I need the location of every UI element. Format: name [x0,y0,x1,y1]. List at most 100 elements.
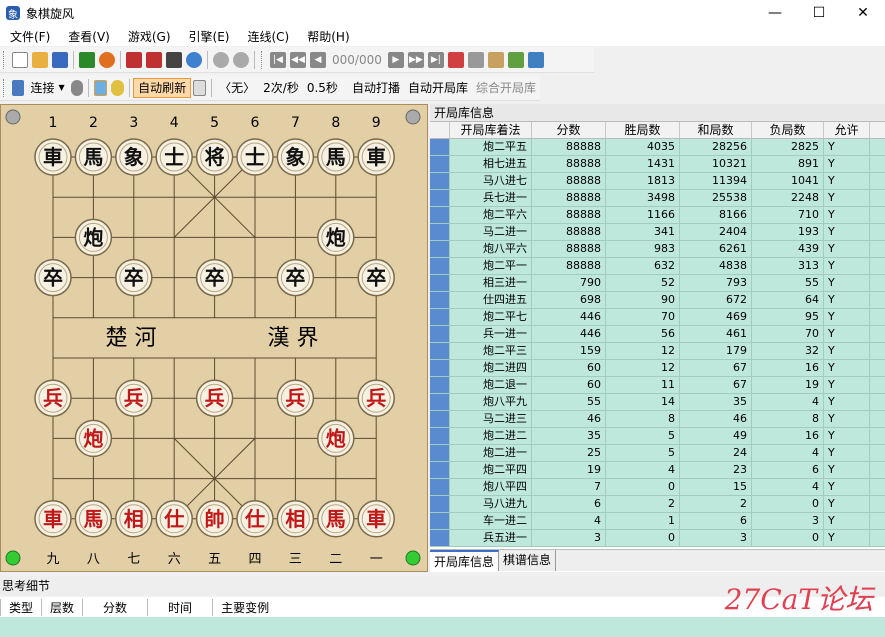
flag-icon[interactable] [79,51,95,68]
column-type[interactable]: 类型 [0,598,41,616]
table-row[interactable]: 炮二平三 159 12 179 32 Y [430,343,885,360]
minimize-button[interactable]: — [753,0,797,26]
chess-piece[interactable]: 兵 [195,379,234,417]
chess-piece[interactable]: 兵 [276,379,315,417]
menu-view[interactable]: 查看(V) [58,28,118,45]
table-row[interactable]: 炮二平七 446 70 469 95 Y [430,309,885,326]
table-row[interactable]: 兵五进一 3 0 3 0 Y [430,530,885,547]
table-row[interactable]: 炮二退一 60 11 67 19 Y [430,377,885,394]
chess-piece[interactable]: 炮 [317,419,355,458]
menu-file[interactable]: 文件(F) [0,28,58,45]
table-row[interactable]: 炮八平九 55 14 35 4 Y [430,394,885,411]
menu-connect[interactable]: 连线(C) [237,28,297,45]
table-row[interactable]: 炮二平六 88888 1166 8166 710 Y [430,207,885,224]
next-move-icon[interactable]: ▶ [387,51,404,68]
maximize-button[interactable]: ☐ [797,0,841,26]
chess-piece[interactable]: 将 [195,138,234,176]
chess-piece[interactable]: 車 [357,138,395,176]
table-row[interactable]: 兵七进一 88888 3498 25538 2248 Y [430,190,885,207]
new-file-icon[interactable] [12,51,28,68]
auto-opening-button[interactable]: 自动开局库 [404,79,472,96]
table-row[interactable]: 炮二进一 25 5 24 4 Y [430,445,885,462]
chess-piece[interactable]: 仕 [155,500,193,538]
chess-piece[interactable]: 兵 [115,379,153,417]
close-button[interactable]: ✕ [841,0,885,26]
import-icon[interactable] [507,51,524,68]
table-row[interactable]: 炮二平四 19 4 23 6 Y [430,462,885,479]
next-page-icon[interactable]: ▶▶ [407,51,424,68]
table-row[interactable]: 车一进二 4 1 6 3 Y [430,513,885,530]
table-row[interactable]: 炮二进二 35 5 49 16 Y [430,428,885,445]
column-score-detail[interactable]: 分数 [82,598,147,616]
column-time[interactable]: 时间 [147,598,212,616]
red-monitor-icon-2[interactable] [146,51,162,68]
first-move-icon[interactable]: |◀ [270,51,286,68]
combined-opening-button[interactable]: 综合开局库 [472,79,540,96]
chess-piece[interactable]: 炮 [74,218,113,257]
chess-piece[interactable]: 車 [34,138,72,176]
chess-piece[interactable]: 炮 [74,419,113,458]
table-row[interactable]: 相三进一 790 52 793 55 Y [430,275,885,292]
chess-board[interactable]: 1 2 3 4 5 6 7 8 9九八七六五四三二一 楚 河 漢 界 車馬象士将士象馬車炮 炮卒卒… [1,105,427,571]
table-row[interactable]: 炮八平六 88888 983 6261 439 Y [430,241,885,258]
chess-piece[interactable]: 卒 [357,258,395,297]
column-draws[interactable]: 和局数 [680,122,752,138]
column-main-line[interactable]: 主要变例 [212,598,277,616]
toolbar-grip[interactable] [3,50,6,69]
brush-icon[interactable] [447,51,464,68]
chess-piece[interactable]: 士 [155,138,193,176]
alarm-clock-icon[interactable] [99,51,115,68]
person-icon[interactable] [70,79,84,96]
black-monitor-icon[interactable] [166,51,182,68]
chess-piece[interactable]: 馬 [74,138,113,176]
open-folder-icon[interactable] [32,51,48,68]
menu-engine[interactable]: 引擎(E) [179,28,238,45]
save-icon[interactable] [52,51,68,68]
chess-piece[interactable]: 卒 [195,258,234,297]
export-icon[interactable] [527,51,544,68]
tab-opening-info[interactable]: 开局库信息 [430,550,500,571]
table-row[interactable]: 马八进七 88888 1813 11394 1041 Y [430,173,885,190]
chess-piece[interactable]: 相 [115,500,153,538]
chess-piece[interactable]: 仕 [236,500,274,538]
chess-piece[interactable]: 象 [115,138,153,176]
chess-piece[interactable]: 兵 [357,379,395,417]
magnifier-icon[interactable] [111,79,125,96]
table-row[interactable]: 马二进一 88888 341 2404 193 Y [430,224,885,241]
prev-page-icon[interactable]: ◀◀ [290,51,306,68]
chess-piece[interactable]: 相 [276,500,315,538]
prev-move-icon[interactable]: ◀ [310,51,326,68]
table-row[interactable]: 炮二平五 88888 4035 28256 2825 Y [430,139,885,156]
stop-icon[interactable] [213,51,229,68]
refresh-icon[interactable] [193,79,207,96]
chess-piece[interactable]: 卒 [34,258,72,297]
auto-refresh-button[interactable]: 自动刷新 [133,77,192,98]
copy-icon[interactable] [467,51,484,68]
paste-icon[interactable] [487,51,504,68]
column-losses[interactable]: 负局数 [752,122,824,138]
table-row[interactable]: 炮八平四 7 0 15 4 Y [430,479,885,496]
undo-icon[interactable] [233,51,249,68]
table-row[interactable]: 炮二进四 60 12 67 16 Y [430,360,885,377]
toolbar-grip[interactable] [3,78,6,97]
table-row[interactable]: 兵一进一 446 56 461 70 Y [430,326,885,343]
red-monitor-icon[interactable] [126,51,142,68]
chess-piece[interactable]: 馬 [317,500,355,538]
chess-piece[interactable]: 炮 [317,218,355,257]
chess-piece[interactable]: 車 [34,500,72,538]
chevron-down-icon[interactable]: ▼ [58,83,64,92]
chess-piece[interactable]: 車 [357,500,395,538]
column-depth[interactable]: 层数 [41,598,82,616]
table-row[interactable]: 马二进三 46 8 46 8 Y [430,411,885,428]
last-move-icon[interactable]: ▶| [427,51,444,68]
column-wins[interactable]: 胜局数 [606,122,680,138]
table-row[interactable]: 仕四进五 698 90 672 64 Y [430,292,885,309]
chess-piece[interactable]: 馬 [74,500,113,538]
chess-piece[interactable]: 帥 [195,500,234,538]
search-icon[interactable] [186,51,202,68]
chess-piece[interactable]: 卒 [115,258,153,297]
menu-help[interactable]: 帮助(H) [297,28,357,45]
connect-dropdown[interactable]: 连接 [26,79,58,96]
column-score[interactable]: 分数 [532,122,606,138]
tab-game-info[interactable]: 棋谱信息 [499,550,557,571]
